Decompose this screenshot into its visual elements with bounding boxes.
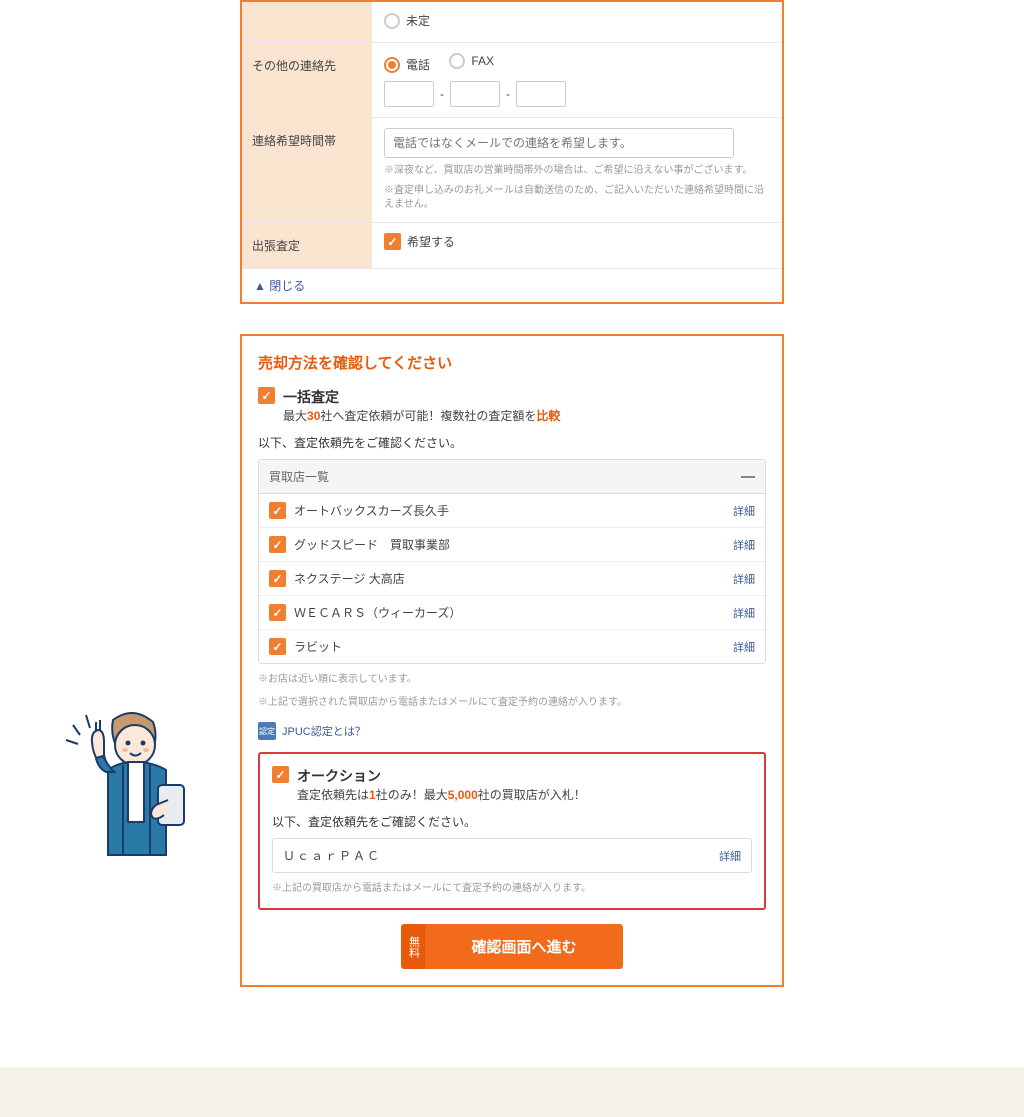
radio-icon [384, 57, 400, 73]
store-checkbox[interactable]: ✓ [269, 638, 286, 655]
auction-checkbox[interactable]: ✓ [272, 766, 289, 783]
confirm-note: 以下、査定依頼先をご確認ください。 [258, 434, 766, 451]
jpuc-badge-icon: 認定 [258, 722, 276, 740]
ikkatsu-desc: 最大30社へ査定依頼が可能！複数社の査定額を比較 [283, 407, 560, 424]
contact-time-note1: ※深夜など、買取店の営業時間帯外の場合は、ご希望に沿えない事がございます。 [384, 164, 770, 178]
store-detail-link[interactable]: 詳細 [733, 571, 755, 587]
store-detail-link[interactable]: 詳細 [733, 639, 755, 655]
store-note-2: ※上記で選択された買取店から電話またはメールにて査定予約の連絡が入ります。 [258, 695, 766, 710]
store-checkbox[interactable]: ✓ [269, 502, 286, 519]
jpuc-link[interactable]: JPUC認定とは？ [282, 723, 366, 739]
minus-icon [741, 476, 755, 478]
radio-icon [384, 13, 400, 29]
mascot-illustration [58, 700, 208, 860]
store-name: ネクステージ 大高店 [294, 570, 405, 587]
contact-time-label: 連絡希望時間帯 [242, 118, 372, 222]
row-other-contact: その他の連絡先 電話 FAX - - [242, 43, 782, 119]
other-contact-label: その他の連絡先 [242, 43, 372, 118]
auction-store-name: ＵｃａｒＰＡＣ [283, 847, 381, 864]
radio-fax-label: FAX [471, 54, 494, 68]
auction-store: ＵｃａｒＰＡＣ 詳細 [272, 838, 752, 873]
store-item: ✓ ＷＥＣＡＲＳ（ウィーカーズ） 詳細 [259, 596, 765, 630]
auction-box: ✓ オークション 査定依頼先は1社のみ！最大5,000社の買取店が入札！ 以下、… [258, 752, 766, 910]
auction-desc: 査定依頼先は1社のみ！最大5,000社の買取店が入札！ [297, 786, 586, 803]
store-checkbox[interactable]: ✓ [269, 604, 286, 621]
visit-assessment-label: 出張査定 [242, 223, 372, 268]
radio-fax[interactable]: FAX [449, 53, 494, 69]
radio-undecided[interactable]: 未定 [384, 12, 430, 29]
auction-detail-link[interactable]: 詳細 [719, 848, 741, 864]
auction-note: ※上記の買取店から電話またはメールにて査定予約の連絡が入ります。 [272, 881, 752, 896]
check-icon: ✓ [384, 233, 401, 250]
store-list: 買取店一覧 ✓ オートバックスカーズ長久手 詳細 ✓ グッドスピード 買取事業部 詳… [258, 459, 766, 664]
store-note-1: ※お店は近い順に表示しています。 [258, 672, 766, 687]
store-checkbox[interactable]: ✓ [269, 570, 286, 587]
radio-phone[interactable]: 電話 [384, 56, 430, 73]
store-item: ✓ グッドスピード 買取事業部 詳細 [259, 528, 765, 562]
radio-icon [449, 53, 465, 69]
store-list-header[interactable]: 買取店一覧 [259, 460, 765, 494]
submit-free-tag: 無料 [401, 924, 425, 969]
ikkatsu-method: ✓ 一括査定 最大30社へ査定依頼が可能！複数社の査定額を比較 [258, 387, 766, 424]
ikkatsu-title: 一括査定 [283, 387, 560, 407]
form-box: 未定 その他の連絡先 電話 FAX - - [240, 0, 784, 304]
ikkatsu-checkbox[interactable]: ✓ [258, 387, 275, 404]
contact-time-input[interactable] [384, 128, 734, 158]
auction-method: ✓ オークション 査定依頼先は1社のみ！最大5,000社の買取店が入札！ [272, 766, 752, 803]
sale-method-box: 売却方法を確認してください ✓ 一括査定 最大30社へ査定依頼が可能！複数社の査… [240, 334, 784, 987]
store-name: ＷＥＣＡＲＳ（ウィーカーズ） [294, 604, 461, 621]
visit-checkbox-label: 希望する [407, 233, 455, 250]
submit-button[interactable]: 無料 確認画面へ進む [401, 924, 622, 969]
visit-checkbox[interactable]: ✓ 希望する [384, 233, 455, 250]
auction-title: オークション [297, 766, 586, 786]
row-contact-time: 連絡希望時間帯 ※深夜など、買取店の営業時間帯外の場合は、ご希望に沿えない事がご… [242, 118, 782, 223]
store-detail-link[interactable]: 詳細 [733, 503, 755, 519]
collapse-toggle[interactable]: ▲ 閉じる [242, 269, 782, 302]
submit-label: 確認画面へ進む [425, 924, 622, 969]
store-checkbox[interactable]: ✓ [269, 536, 286, 553]
phone-part-3[interactable] [516, 81, 566, 107]
row-visit-assessment: 出張査定 ✓ 希望する [242, 223, 782, 269]
row-undecided: 未定 [242, 2, 782, 43]
store-item: ✓ ネクステージ 大高店 詳細 [259, 562, 765, 596]
phone-part-2[interactable] [450, 81, 500, 107]
store-detail-link[interactable]: 詳細 [733, 605, 755, 621]
sale-heading: 売却方法を確認してください [258, 352, 766, 373]
phone-inputs: - - [384, 81, 770, 107]
store-name: グッドスピード 買取事業部 [294, 536, 450, 553]
phone-part-1[interactable] [384, 81, 434, 107]
jpuc-row: 認定 JPUC認定とは？ [258, 722, 766, 740]
footer-strip [0, 1067, 1024, 1117]
store-name: オートバックスカーズ長久手 [294, 502, 449, 519]
store-detail-link[interactable]: 詳細 [733, 537, 755, 553]
radio-phone-label: 電話 [406, 56, 430, 73]
contact-time-note2: ※査定申し込みのお礼メールは自動送信のため、ご記入いただいた連絡希望時間に沿えま… [384, 184, 770, 212]
radio-undecided-label: 未定 [406, 12, 430, 29]
store-item: ✓ ラビット 詳細 [259, 630, 765, 663]
store-item: ✓ オートバックスカーズ長久手 詳細 [259, 494, 765, 528]
store-name: ラビット [294, 638, 342, 655]
auction-confirm-note: 以下、査定依頼先をご確認ください。 [272, 813, 752, 830]
